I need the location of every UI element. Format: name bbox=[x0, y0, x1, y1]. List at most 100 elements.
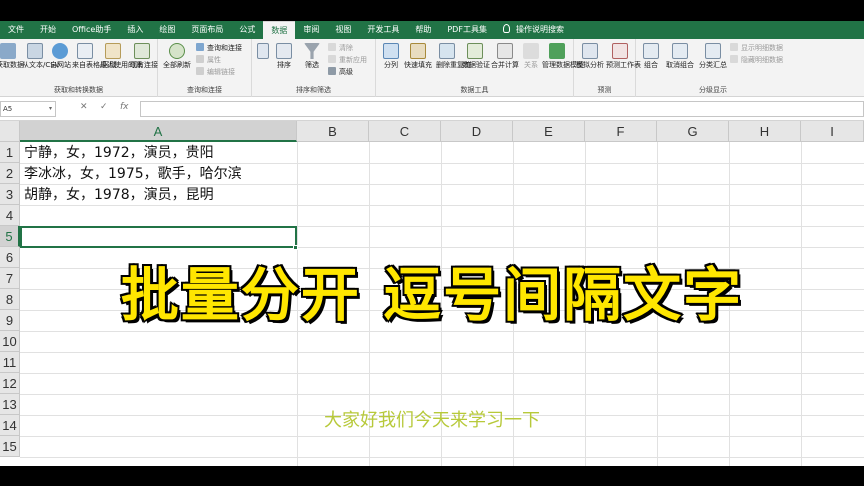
row-header-1[interactable]: 1 bbox=[0, 142, 20, 163]
gridline bbox=[20, 394, 864, 395]
cell-a2[interactable]: 李冰冰，女，1975，歌手，哈尔滨 bbox=[24, 164, 242, 185]
from-table-range-button[interactable]: 来自表格/区域 bbox=[72, 43, 116, 70]
connections-icon bbox=[134, 43, 150, 59]
row-header-3[interactable]: 3 bbox=[0, 184, 20, 205]
table-icon bbox=[77, 43, 93, 59]
properties-icon bbox=[196, 55, 204, 63]
remove-duplicates-button[interactable]: 删除重复值 bbox=[436, 43, 471, 70]
tab-page-layout[interactable]: 页面布局 bbox=[183, 21, 231, 39]
video-subtitle: 大家好我们今天来学习一下 bbox=[324, 410, 540, 431]
column-header-d[interactable]: D bbox=[441, 121, 513, 142]
column-header-g[interactable]: G bbox=[657, 121, 729, 142]
formula-bar: A5 ▾ ✕ ✓ fx bbox=[0, 97, 864, 121]
flash-fill-icon bbox=[410, 43, 426, 59]
recent-sources-icon bbox=[105, 43, 121, 59]
tab-data[interactable]: 数据 bbox=[263, 21, 296, 39]
get-data-button[interactable]: 获取数据 bbox=[0, 43, 24, 70]
column-header-b[interactable]: B bbox=[297, 121, 369, 142]
what-if-icon bbox=[582, 43, 598, 59]
group-label-queries: 查询和连接 bbox=[187, 86, 222, 94]
formula-input[interactable] bbox=[140, 101, 864, 117]
relationships-icon bbox=[523, 43, 539, 59]
column-header-i[interactable]: I bbox=[801, 121, 864, 142]
cell-a1[interactable]: 宁静，女，1972，演员，贵阳 bbox=[24, 143, 214, 164]
tell-me-search[interactable]: 操作说明搜索 bbox=[495, 21, 572, 39]
forecast-sheet-button[interactable]: 预测工作表 bbox=[606, 43, 641, 70]
row-header-5[interactable]: 5 bbox=[0, 226, 20, 247]
reapply-button[interactable]: 重新应用 bbox=[328, 55, 367, 65]
refresh-all-button[interactable]: 全部刷新 bbox=[162, 43, 192, 70]
column-header-f[interactable]: F bbox=[585, 121, 657, 142]
tab-help[interactable]: 帮助 bbox=[407, 21, 439, 39]
sort-icon bbox=[276, 43, 292, 59]
tab-file[interactable]: 文件 bbox=[0, 21, 32, 39]
tab-developer[interactable]: 开发工具 bbox=[359, 21, 407, 39]
column-header-a[interactable]: A bbox=[20, 121, 297, 142]
lightbulb-icon bbox=[502, 24, 510, 33]
column-header-h[interactable]: H bbox=[729, 121, 801, 142]
name-box[interactable]: A5 ▾ bbox=[0, 101, 56, 117]
tab-formulas[interactable]: 公式 bbox=[231, 21, 263, 39]
sort-az-button[interactable] bbox=[256, 43, 270, 61]
insert-function-icon[interactable]: fx bbox=[120, 102, 129, 112]
tab-office-assistant[interactable]: Office助手 bbox=[64, 21, 119, 39]
row-header-2[interactable]: 2 bbox=[0, 163, 20, 184]
hide-detail-button[interactable]: 隐藏明细数据 bbox=[730, 55, 783, 65]
letterbox-bar bbox=[0, 466, 864, 486]
sort-button[interactable]: 排序 bbox=[272, 43, 296, 70]
row-header-4[interactable]: 4 bbox=[0, 205, 20, 226]
filter-button[interactable]: 筛选 bbox=[300, 43, 324, 70]
group-outline: 组合 取消组合 分类汇总 显示明细数据 隐藏明细数据 分级显示 bbox=[636, 39, 790, 97]
data-model-icon bbox=[549, 43, 565, 59]
row-header-10[interactable]: 10 bbox=[0, 331, 20, 352]
forecast-chart-icon bbox=[612, 43, 628, 59]
column-header-c[interactable]: C bbox=[369, 121, 441, 142]
group-label-outline: 分级显示 bbox=[699, 86, 727, 94]
text-to-columns-button[interactable]: 分列 bbox=[380, 43, 402, 70]
ungroup-button[interactable]: 取消组合 bbox=[664, 43, 696, 70]
database-icon bbox=[0, 43, 16, 59]
select-all-corner[interactable] bbox=[0, 121, 20, 142]
row-header-11[interactable]: 11 bbox=[0, 352, 20, 373]
text-file-icon bbox=[27, 43, 43, 59]
tab-pdf-tools[interactable]: PDF工具集 bbox=[439, 21, 495, 39]
validation-icon bbox=[467, 43, 483, 59]
data-validation-button[interactable]: 数据验证 bbox=[462, 43, 490, 70]
clear-filter-button[interactable]: 清除 bbox=[328, 43, 353, 53]
gridline bbox=[20, 352, 864, 353]
recent-sources-button[interactable]: 最近使用的源 bbox=[100, 43, 142, 70]
sort-ascending-icon bbox=[257, 43, 269, 59]
column-header-e[interactable]: E bbox=[513, 121, 585, 142]
properties-button[interactable]: 属性 bbox=[196, 55, 221, 65]
cancel-icon[interactable]: ✕ bbox=[80, 102, 88, 112]
tab-view[interactable]: 视图 bbox=[327, 21, 359, 39]
enter-icon[interactable]: ✓ bbox=[100, 102, 108, 112]
subtotal-button[interactable]: 分类汇总 bbox=[698, 43, 728, 70]
flash-fill-button[interactable]: 快速填充 bbox=[404, 43, 432, 70]
relationships-button[interactable]: 关系 bbox=[522, 43, 540, 70]
manage-data-model-button[interactable]: 管理数据模型 bbox=[542, 43, 584, 70]
active-cell-a5[interactable] bbox=[20, 226, 297, 248]
tab-review[interactable]: 审阅 bbox=[295, 21, 327, 39]
queries-connections-button[interactable]: 查询和连接 bbox=[196, 43, 242, 53]
row-header-15[interactable]: 15 bbox=[0, 436, 20, 457]
links-icon bbox=[196, 67, 204, 75]
from-text-csv-button[interactable]: 从文本/CSV bbox=[22, 43, 59, 70]
from-web-button[interactable]: 自网站 bbox=[50, 43, 71, 70]
edit-links-button[interactable]: 编辑链接 bbox=[196, 67, 235, 77]
group-data-tools: 分列 快速填充 删除重复值 数据验证 合并计算 关系 管理数据模型 数据工具 bbox=[376, 39, 584, 97]
tab-insert[interactable]: 插入 bbox=[119, 21, 151, 39]
consolidate-button[interactable]: 合并计算 bbox=[490, 43, 520, 70]
group-forecast: 模拟分析 预测工作表 预测 bbox=[574, 39, 641, 97]
show-detail-button[interactable]: 显示明细数据 bbox=[730, 43, 783, 53]
what-if-analysis-button[interactable]: 模拟分析 bbox=[576, 43, 604, 70]
tab-draw[interactable]: 绘图 bbox=[151, 21, 183, 39]
tab-home[interactable]: 开始 bbox=[32, 21, 64, 39]
existing-connections-button[interactable]: 现有连接 bbox=[130, 43, 158, 70]
group-button[interactable]: 组合 bbox=[640, 43, 662, 70]
cell-a3[interactable]: 胡静，女，1978，演员，昆明 bbox=[24, 185, 214, 206]
row-header-12[interactable]: 12 bbox=[0, 373, 20, 394]
refresh-icon bbox=[169, 43, 185, 59]
advanced-filter-button[interactable]: 高级 bbox=[328, 67, 353, 77]
group-queries: 全部刷新 查询和连接 属性 编辑链接 查询和连接 bbox=[158, 39, 252, 97]
